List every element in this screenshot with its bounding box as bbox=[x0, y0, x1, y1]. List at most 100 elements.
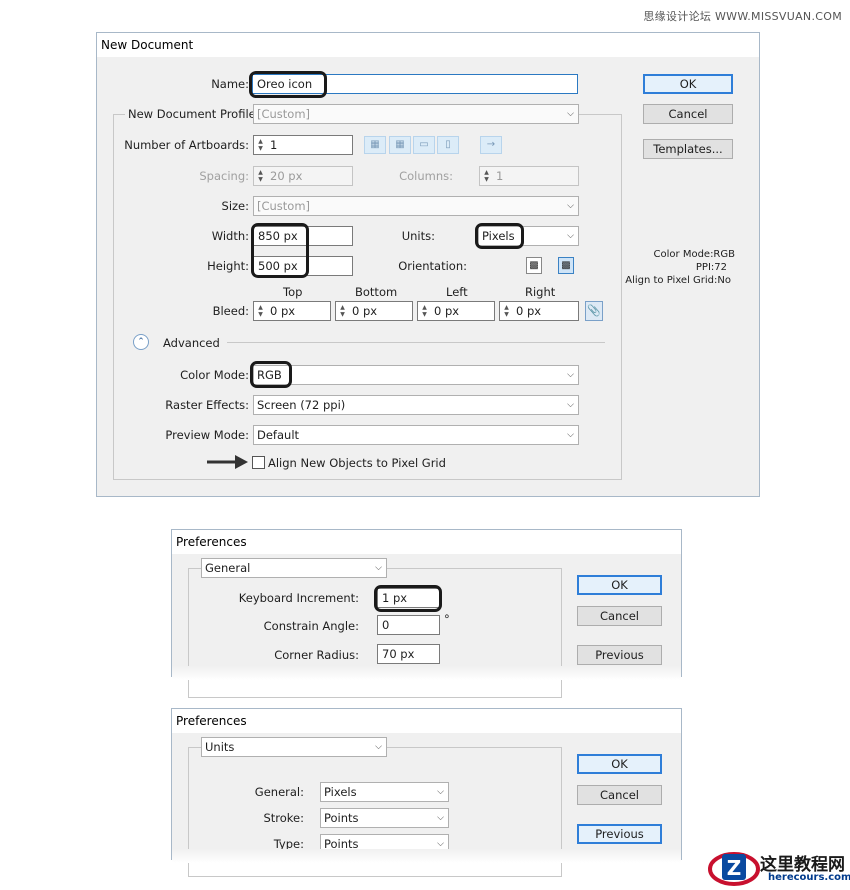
section-select[interactable]: Units ⌵ bbox=[201, 737, 387, 757]
highlight-keyboard bbox=[374, 585, 442, 612]
templates-button[interactable]: Templates... bbox=[643, 139, 733, 159]
raster-value: Screen (72 ppi) bbox=[257, 398, 346, 412]
advanced-divider bbox=[227, 342, 605, 343]
spacing-field: ▲ ▼ 20 px bbox=[253, 166, 353, 186]
highlight-color-mode bbox=[250, 361, 292, 388]
spinner-icon[interactable]: ▲ ▼ bbox=[338, 304, 347, 318]
general-units-select[interactable]: Pixels ⌵ bbox=[320, 782, 449, 802]
preferences-general-dialog: Preferences General ⌵ Keyboard Increment… bbox=[171, 529, 682, 698]
chevron-down-icon: ⌵ bbox=[437, 813, 444, 823]
artboards-field[interactable]: ▲ ▼ 1 bbox=[253, 135, 353, 155]
advanced-label: Advanced bbox=[163, 336, 220, 350]
preview-value: Default bbox=[257, 428, 300, 442]
spacing-value: 20 px bbox=[270, 169, 303, 183]
degree-label: ° bbox=[444, 612, 450, 626]
dialog-title: New Document bbox=[97, 33, 759, 57]
ok-button[interactable]: OK bbox=[577, 575, 662, 595]
stroke-units-select[interactable]: Points ⌵ bbox=[320, 808, 449, 828]
size-select[interactable]: [Custom] ⌵ bbox=[253, 196, 579, 216]
site-logo-icon: Z bbox=[708, 852, 760, 886]
arrow-icon bbox=[207, 455, 248, 469]
link-icon[interactable]: 📎 bbox=[585, 301, 603, 321]
spinner-icon[interactable]: ▲ ▼ bbox=[502, 304, 511, 318]
name-label: Name: bbox=[211, 77, 249, 91]
orientation-label: Orientation: bbox=[398, 259, 467, 273]
general-label: General: bbox=[254, 785, 304, 799]
spinner-icon[interactable]: ▲ ▼ bbox=[256, 138, 265, 152]
preview-select[interactable]: Default ⌵ bbox=[253, 425, 579, 445]
collapse-icon[interactable]: ⌃ bbox=[133, 334, 149, 350]
highlight-name bbox=[249, 71, 327, 98]
artboards-label: Number of Artboards: bbox=[124, 138, 249, 152]
section-select[interactable]: General ⌵ bbox=[201, 558, 387, 578]
keyboard-label: Keyboard Increment: bbox=[238, 591, 359, 605]
bleed-right-value: 0 px bbox=[516, 304, 542, 318]
raster-select[interactable]: Screen (72 ppi) ⌵ bbox=[253, 395, 579, 415]
chevron-down-icon: ⌵ bbox=[567, 201, 574, 211]
cancel-button[interactable]: Cancel bbox=[577, 606, 662, 626]
highlight-size bbox=[251, 223, 309, 278]
spinner-icon: ▲ ▼ bbox=[258, 169, 263, 183]
spacing-label: Spacing: bbox=[199, 169, 249, 183]
info-ppi: PPI:72 bbox=[695, 262, 727, 273]
new-document-dialog: New Document Name: Oreo icon OK Cancel T… bbox=[96, 32, 760, 497]
cancel-button[interactable]: Cancel bbox=[577, 785, 662, 805]
angle-field[interactable]: 0 bbox=[377, 615, 440, 635]
previous-button[interactable]: Previous bbox=[577, 645, 662, 665]
stroke-label: Stroke: bbox=[263, 811, 304, 825]
units-label: Units: bbox=[401, 229, 435, 243]
chevron-down-icon: ⌵ bbox=[567, 370, 574, 380]
bleed-top-field[interactable]: ▲ ▼ 0 px bbox=[253, 301, 331, 321]
size-label: Size: bbox=[221, 199, 249, 213]
profile-select[interactable]: [Custom] ⌵ bbox=[253, 104, 579, 124]
columns-label: Columns: bbox=[399, 169, 453, 183]
svg-text:Z: Z bbox=[727, 856, 742, 880]
section-value: General bbox=[205, 561, 251, 575]
bleed-left-label: Left bbox=[446, 285, 468, 299]
radius-field[interactable]: 70 px bbox=[377, 644, 440, 664]
bleed-bottom-value: 0 px bbox=[352, 304, 378, 318]
dialog-title: Preferences bbox=[172, 530, 681, 554]
bleed-left-field[interactable]: ▲ ▼ 0 px bbox=[417, 301, 495, 321]
align-checkbox[interactable] bbox=[252, 456, 265, 469]
align-label: Align New Objects to Pixel Grid bbox=[268, 456, 446, 470]
general-units-value: Pixels bbox=[324, 785, 357, 799]
bottom-fade bbox=[172, 849, 681, 863]
previous-button[interactable]: Previous bbox=[577, 824, 662, 844]
highlight-units bbox=[475, 223, 524, 249]
columns-field: ▲ ▼ 1 bbox=[479, 166, 579, 186]
bleed-right-label: Right bbox=[525, 285, 556, 299]
bleed-bottom-label: Bottom bbox=[355, 285, 398, 299]
spinner-icon[interactable]: ▲ ▼ bbox=[420, 304, 429, 318]
profile-label: New Document Profile: bbox=[125, 107, 263, 121]
bleed-right-field[interactable]: ▲ ▼ 0 px bbox=[499, 301, 579, 321]
watermark: 思缘设计论坛 WWW.MISSVUAN.COM bbox=[643, 10, 842, 23]
cancel-button[interactable]: Cancel bbox=[643, 104, 733, 124]
info-color-mode: Color Mode:RGB bbox=[653, 249, 735, 260]
color-mode-select[interactable]: RGB ⌵ bbox=[253, 365, 579, 385]
columns-value: 1 bbox=[496, 169, 504, 183]
section-value: Units bbox=[205, 740, 235, 754]
preview-label: Preview Mode: bbox=[165, 428, 249, 442]
chevron-down-icon: ⌵ bbox=[375, 563, 382, 573]
artboard-row-icon[interactable]: ▭ bbox=[413, 136, 435, 154]
artboard-grid-icon[interactable]: ▦ bbox=[364, 136, 386, 154]
chevron-down-icon: ⌵ bbox=[567, 231, 574, 241]
artboard-grid-icon[interactable]: ▦ bbox=[389, 136, 411, 154]
bleed-top-value: 0 px bbox=[270, 304, 296, 318]
arrow-icon[interactable]: → bbox=[480, 136, 502, 154]
portrait-icon[interactable]: ▩ bbox=[526, 257, 542, 274]
chevron-down-icon: ⌵ bbox=[567, 400, 574, 410]
artboards-value: 1 bbox=[270, 138, 278, 152]
landscape-icon[interactable]: ▩ bbox=[558, 257, 574, 274]
site-logo-url: herecours.com bbox=[768, 872, 850, 883]
artboard-column-icon[interactable]: ▯ bbox=[437, 136, 459, 154]
chevron-down-icon: ⌵ bbox=[567, 430, 574, 440]
bleed-bottom-field[interactable]: ▲ ▼ 0 px bbox=[335, 301, 413, 321]
spinner-icon: ▲ ▼ bbox=[484, 169, 489, 183]
info-align: Align to Pixel Grid:No bbox=[625, 275, 731, 286]
ok-button[interactable]: OK bbox=[577, 754, 662, 774]
raster-label: Raster Effects: bbox=[165, 398, 249, 412]
ok-button[interactable]: OK bbox=[643, 74, 733, 94]
spinner-icon[interactable]: ▲ ▼ bbox=[256, 304, 265, 318]
